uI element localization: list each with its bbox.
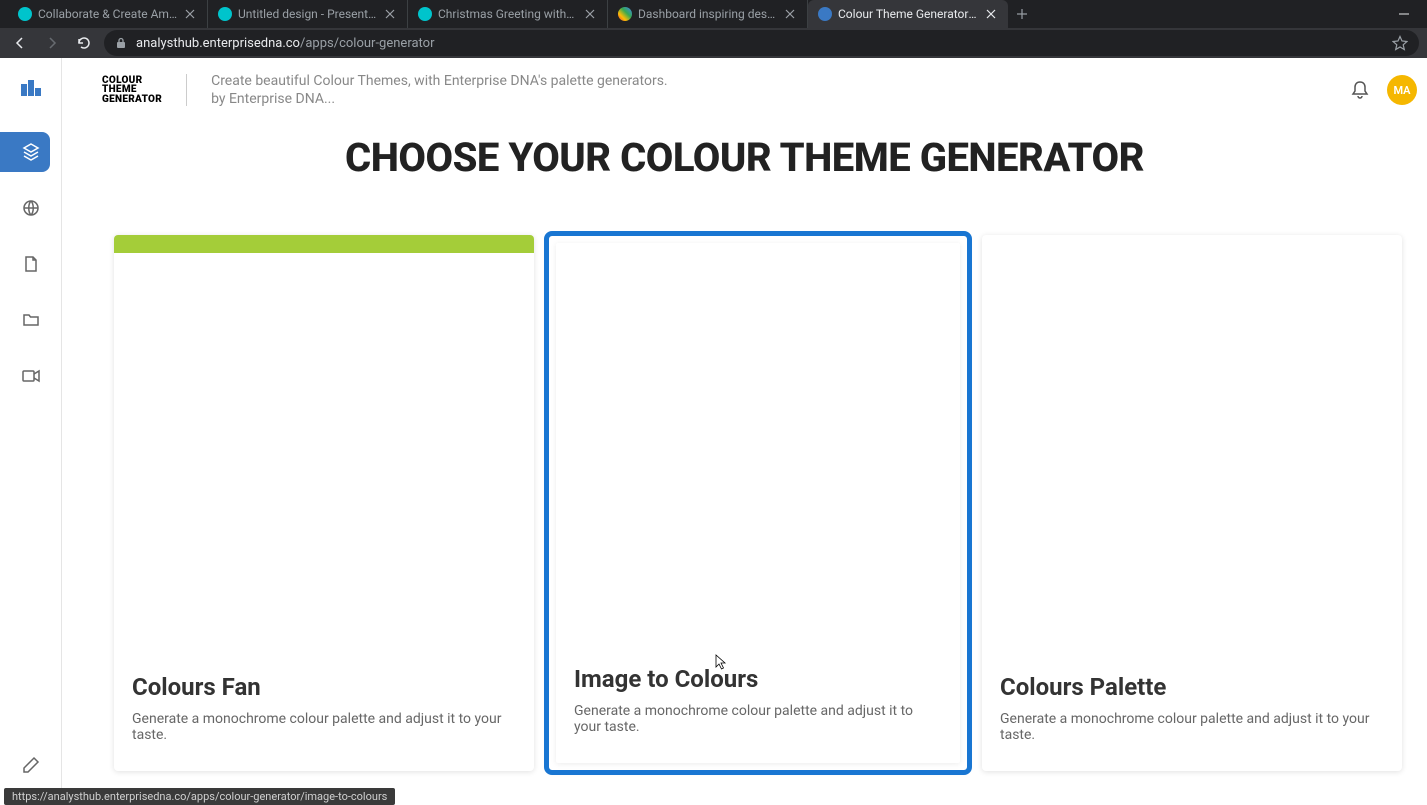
window-controls — [1381, 0, 1427, 28]
card-desc: Generate a monochrome colour palette and… — [132, 711, 516, 743]
card-preview — [982, 235, 1402, 655]
close-icon[interactable] — [984, 7, 998, 21]
nav-bar: analysthub.enterprisedna.co/apps/colour-… — [0, 28, 1427, 58]
card-colours-palette[interactable]: Colours Palette Generate a monochrome co… — [982, 235, 1402, 771]
lock-icon — [114, 36, 128, 50]
url-text: analysthub.enterprisedna.co/apps/colour-… — [136, 36, 435, 51]
generator-cards: Colours Fan Generate a monochrome colour… — [62, 181, 1427, 791]
url-host: analysthub.enterprisedna.co — [136, 36, 300, 51]
browser-tab-4[interactable]: Dashboard inspiring designs - G — [608, 0, 808, 28]
tab-favicon-icon — [818, 7, 832, 21]
card-colours-fan[interactable]: Colours Fan Generate a monochrome colour… — [114, 235, 534, 771]
sidebar-item-apps[interactable] — [0, 132, 50, 172]
browser-chrome: Collaborate & Create Amazing G Untitled … — [0, 0, 1427, 58]
card-info: Colours Fan Generate a monochrome colour… — [114, 655, 534, 771]
url-path: /apps/colour-generator — [300, 36, 435, 51]
card-info: Colours Palette Generate a monochrome co… — [982, 655, 1402, 771]
header-desc-line1: Create beautiful Colour Themes, with Ent… — [211, 72, 668, 90]
sidebar-item-edit[interactable] — [9, 745, 53, 785]
page-title: CHOOSE YOUR COLOUR THEME GENERATOR — [62, 134, 1427, 181]
browser-tab-1[interactable]: Collaborate & Create Amazing G — [8, 0, 208, 28]
tab-label: Colour Theme Generator - Analy — [838, 7, 978, 21]
sidebar-item-file[interactable] — [9, 244, 53, 284]
card-desc: Generate a monochrome colour palette and… — [1000, 711, 1384, 743]
app-logo-icon[interactable] — [17, 76, 45, 100]
card-desc: Generate a monochrome colour palette and… — [574, 703, 942, 735]
back-button[interactable] — [8, 31, 32, 55]
header-desc-line2: by Enterprise DNA... — [211, 90, 668, 108]
close-icon[interactable] — [583, 7, 597, 21]
brand-logo: COLOUR THEME GENERATOR — [102, 76, 162, 105]
tab-strip: Collaborate & Create Amazing G Untitled … — [0, 0, 1427, 28]
minimize-button[interactable] — [1381, 0, 1427, 28]
tab-label: Collaborate & Create Amazing G — [38, 7, 177, 21]
divider — [186, 74, 187, 106]
tab-label: Christmas Greeting with Man ho — [438, 7, 577, 21]
tab-favicon-icon — [218, 7, 232, 21]
tab-favicon-icon — [618, 7, 632, 21]
user-avatar[interactable]: MA — [1387, 75, 1417, 105]
url-bar[interactable]: analysthub.enterprisedna.co/apps/colour-… — [104, 30, 1419, 56]
card-preview — [556, 243, 960, 647]
app-layout: COLOUR THEME GENERATOR Create beautiful … — [0, 58, 1427, 805]
notifications-icon[interactable] — [1349, 79, 1371, 101]
close-icon[interactable] — [383, 7, 397, 21]
avatar-initials: MA — [1393, 84, 1410, 97]
tab-favicon-icon — [418, 7, 432, 21]
browser-tab-3[interactable]: Christmas Greeting with Man ho — [408, 0, 608, 28]
browser-tab-5[interactable]: Colour Theme Generator - Analy — [808, 0, 1008, 28]
header-bar: COLOUR THEME GENERATOR Create beautiful … — [62, 58, 1427, 122]
card-info: Image to Colours Generate a monochrome c… — [556, 647, 960, 763]
new-tab-button[interactable] — [1008, 0, 1036, 28]
brand-line3: GENERATOR — [102, 95, 162, 105]
status-bar: https://analysthub.enterprisedna.co/apps… — [4, 788, 395, 805]
close-icon[interactable] — [783, 7, 797, 21]
reload-button[interactable] — [72, 31, 96, 55]
card-preview-accent — [114, 235, 534, 253]
card-title: Colours Fan — [132, 673, 516, 701]
browser-tab-2[interactable]: Untitled design - Presentation (1 — [208, 0, 408, 28]
sidebar — [0, 58, 62, 805]
tab-label: Untitled design - Presentation (1 — [238, 7, 377, 21]
bookmark-icon[interactable] — [1391, 34, 1409, 52]
tab-label: Dashboard inspiring designs - G — [638, 7, 777, 21]
card-image-to-colours[interactable]: Image to Colours Generate a monochrome c… — [548, 235, 968, 771]
sidebar-item-video[interactable] — [9, 356, 53, 396]
header-right: MA — [1349, 75, 1387, 105]
close-icon[interactable] — [183, 7, 197, 21]
card-title: Colours Palette — [1000, 673, 1384, 701]
sidebar-item-folder[interactable] — [9, 300, 53, 340]
main-content: COLOUR THEME GENERATOR Create beautiful … — [62, 58, 1427, 805]
card-preview — [114, 235, 534, 655]
tab-favicon-icon — [18, 7, 32, 21]
header-description: Create beautiful Colour Themes, with Ent… — [211, 72, 668, 108]
card-title: Image to Colours — [574, 665, 942, 693]
sidebar-item-web[interactable] — [9, 188, 53, 228]
forward-button[interactable] — [40, 31, 64, 55]
